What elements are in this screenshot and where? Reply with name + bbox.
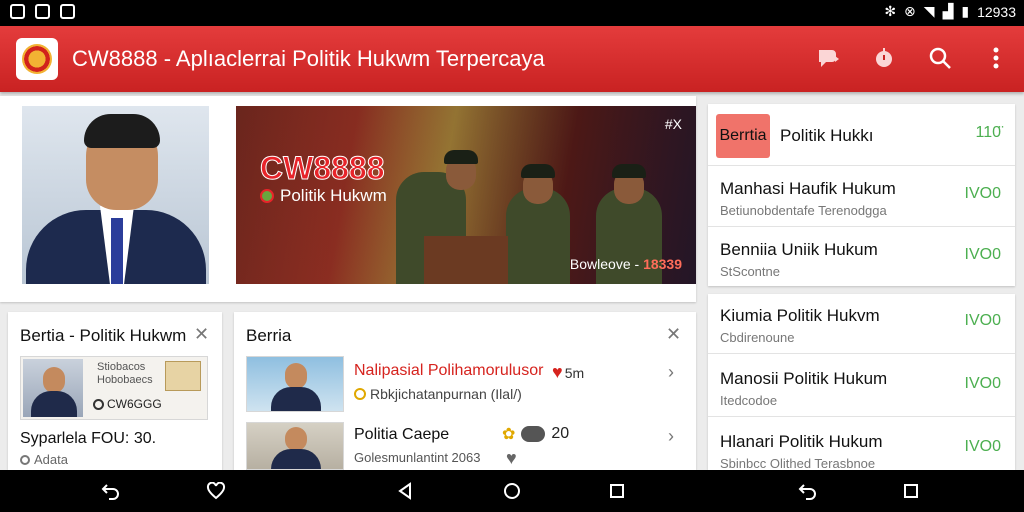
hero-brand: CW8888	[260, 150, 385, 187]
item-count: IVO0	[964, 246, 1001, 263]
news-item-reaction: ♥ 5m	[552, 362, 585, 383]
news-item-title[interactable]: Nalipasial Polihamorulusor	[354, 362, 543, 380]
news-item-sub: Rbkjichatanpurnan (Ilal/)	[354, 386, 522, 402]
comment-icon[interactable]	[521, 426, 546, 442]
nfc-icon: ⊗	[904, 3, 916, 19]
back-arrow-icon[interactable]	[100, 480, 122, 502]
close-icon[interactable]: ✕	[194, 324, 209, 345]
bluetooth-icon: ✻	[884, 3, 897, 19]
panel-meta: Adata	[20, 452, 68, 467]
alarm-icon[interactable]	[870, 44, 898, 72]
heart-icon[interactable]: ♥	[552, 362, 563, 383]
news-item-sub: Golesmunlantint 2063	[354, 450, 481, 465]
heart-outline-icon[interactable]	[205, 480, 227, 502]
heart-outline-icon[interactable]: ♥	[506, 448, 517, 469]
news-thumbnail[interactable]: Stiobacos Hobobaecs CW6GGG	[20, 356, 208, 420]
chevron-right-icon[interactable]: ›	[668, 426, 674, 447]
back-triangle-icon[interactable]	[394, 480, 416, 502]
hero-subtitle: Politik Hukwm	[260, 186, 387, 206]
side-list-item[interactable]: Berrtia Politik Hukkı 110̈	[708, 106, 1015, 166]
side-list-item[interactable]: Kiumia Politik Hukvm Cbdirenoune IVO0	[708, 294, 1015, 354]
clock: 12933	[977, 3, 1016, 20]
app-title: CW8888 - Aplıaclerrai Politik Hukwm Terp…	[72, 46, 545, 71]
status-bar: ✻ ⊗ ◥ ▟ ▮ 12933	[0, 0, 1024, 26]
news-item-title[interactable]: Politia Caepe	[354, 426, 449, 444]
more-vert-icon[interactable]	[982, 44, 1010, 72]
square-icon[interactable]	[900, 480, 922, 502]
signal-icon: ▟	[942, 3, 954, 19]
chevron-right-icon[interactable]: ›	[668, 362, 674, 383]
hero-banner[interactable]: #X CW8888 Politik Hukwm Bowleove - 18339	[236, 106, 696, 284]
recents-square-icon[interactable]	[606, 480, 628, 502]
brand-circle-icon	[93, 398, 104, 410]
side-list-item[interactable]: Benniia Uniik Hukum StScontne IVO0	[708, 228, 1015, 288]
battery-icon: ▮	[961, 3, 970, 19]
search-icon[interactable]	[926, 44, 954, 72]
news-thumbnail[interactable]	[246, 356, 344, 412]
logo-icon[interactable]	[16, 38, 58, 80]
brand-dot-icon	[260, 189, 274, 203]
app-icon	[60, 4, 75, 19]
item-count: IVO0	[964, 312, 1001, 329]
emoji-icon[interactable]: ✿	[502, 424, 515, 444]
rotate-icon[interactable]	[797, 480, 819, 502]
news-item-reactions: ✿ 20	[502, 424, 570, 444]
home-circle-icon[interactable]	[501, 480, 523, 502]
hero-footer: Bowleove - 18339	[569, 256, 682, 272]
news-thumbnail[interactable]	[246, 422, 344, 470]
panel-caption: Syparlela FOU: 30.	[20, 430, 157, 447]
item-count: IVO0	[964, 185, 1001, 202]
category-tag: Berrtia	[716, 114, 770, 158]
side-list-item[interactable]: Manhasi Haufik Hukum Betiunobdentafe Ter…	[708, 167, 1015, 227]
item-count: IVO0	[964, 438, 1001, 455]
panel-title: Bertia - Politik Hukwm	[20, 326, 187, 345]
item-count: 110̈	[975, 124, 1001, 141]
featured-portrait[interactable]	[22, 106, 209, 284]
panel-title: Berria	[246, 326, 292, 345]
navigation-bar	[0, 470, 1024, 512]
image-icon	[35, 4, 50, 19]
notification-icon	[10, 4, 25, 19]
clock-icon	[20, 454, 30, 465]
app-bar: CW8888 - Aplıaclerrai Politik Hukwm Terp…	[0, 26, 1024, 92]
side-list-item[interactable]: Manosii Politik Hukum Itedcodoe IVO0	[708, 357, 1015, 417]
wifi-icon: ◥	[923, 3, 935, 19]
item-count: IVO0	[964, 375, 1001, 392]
hero-corner-label: #X	[664, 116, 682, 132]
badge-icon	[354, 388, 366, 400]
side-list-item[interactable]: Hlanari Politik Hukum Sbinbcc Olithed Te…	[708, 420, 1015, 471]
close-icon[interactable]: ✕	[666, 324, 681, 345]
bell-plus-icon[interactable]	[814, 44, 842, 72]
